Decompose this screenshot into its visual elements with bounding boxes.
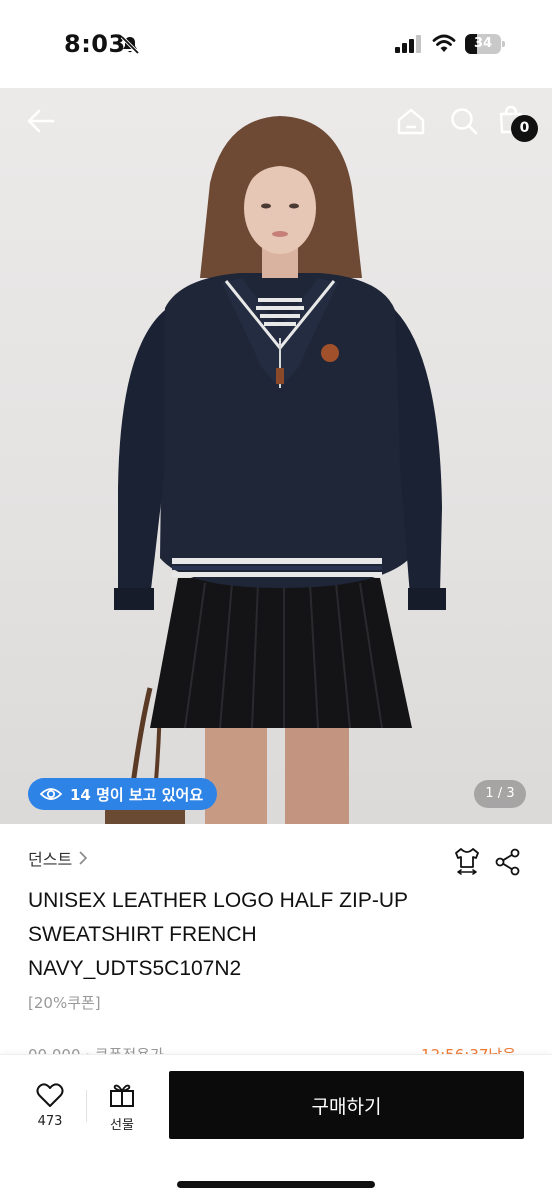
chevron-right-icon	[79, 851, 88, 865]
bell-off-icon	[120, 35, 140, 55]
share-icon[interactable]	[494, 848, 522, 876]
eye-icon	[40, 788, 62, 800]
brand-link[interactable]: 던스트	[28, 846, 88, 870]
gift-label: 선물	[110, 1118, 134, 1133]
battery-percent: 34	[473, 36, 493, 51]
price-row-peek: 00,000 · 쿠폰적용가 12:56:37남음	[0, 1044, 552, 1054]
search-icon[interactable]	[449, 106, 479, 136]
product-photo-illustration	[105, 116, 446, 824]
cart-count-badge: 0	[511, 115, 538, 142]
status-bar: 8:03 34	[0, 0, 552, 88]
status-time: 8:03	[64, 30, 126, 58]
size-guide-icon[interactable]	[452, 846, 482, 876]
gift-button[interactable]: 선물	[98, 1082, 146, 1134]
product-image[interactable]	[0, 88, 552, 824]
like-button[interactable]: 473	[24, 1082, 76, 1134]
product-title: UNISEX LEATHER LOGO HALF ZIP-UP SWEATSHI…	[28, 889, 408, 980]
gift-icon	[110, 1084, 134, 1107]
heart-icon	[36, 1083, 64, 1107]
image-page-indicator: 1 / 3	[474, 780, 526, 808]
brand-name: 던스트	[28, 850, 73, 869]
home-indicator	[177, 1181, 375, 1188]
home-icon[interactable]	[396, 106, 426, 136]
cellular-signal-icon	[395, 35, 421, 53]
countdown-peek: 12:56:37남음	[421, 1044, 516, 1054]
viewers-badge: 14 명이 보고 있어요	[28, 778, 218, 810]
price-peek: 00,000 · 쿠폰적용가	[28, 1044, 164, 1054]
arrow-left-icon[interactable]	[26, 106, 56, 136]
wifi-icon	[432, 34, 456, 52]
like-count: 473	[37, 1114, 63, 1129]
viewers-text: 14 명이 보고 있어요	[70, 785, 204, 804]
coupon-label[interactable]: [20%쿠폰]	[28, 992, 101, 1013]
divider	[86, 1090, 87, 1122]
buy-button[interactable]: 구매하기	[169, 1071, 524, 1139]
battery-indicator: 34	[465, 34, 505, 54]
